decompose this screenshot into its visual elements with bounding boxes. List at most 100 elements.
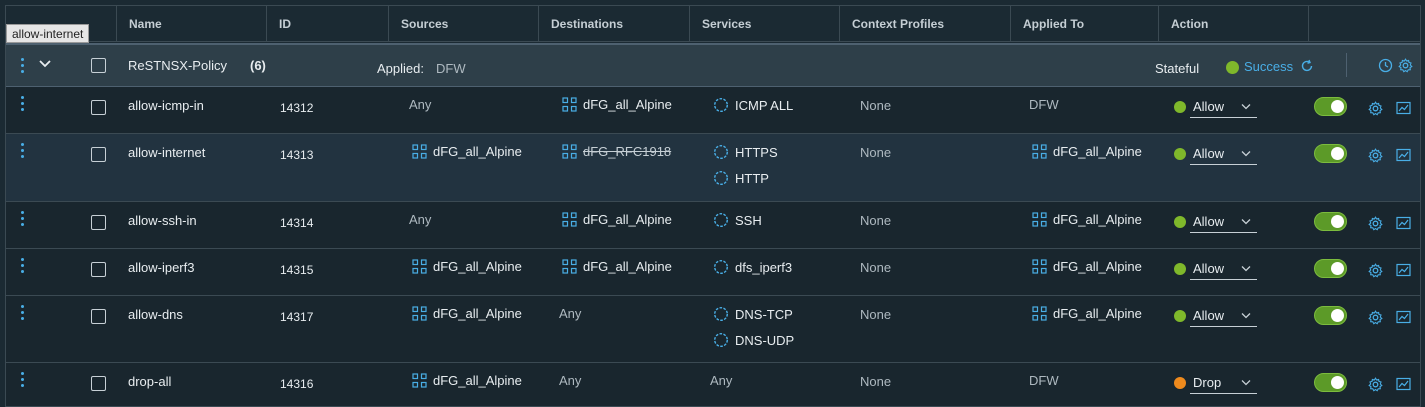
destination-item[interactable]: Any bbox=[559, 373, 581, 388]
table-row[interactable]: allow-iperf3 14315 dFG_all_Alpine dFG_all_A… bbox=[6, 249, 1420, 296]
destination-item[interactable]: Any bbox=[559, 306, 581, 321]
applied-to-item[interactable]: dFG_all_Alpine bbox=[1032, 306, 1142, 321]
column-header-sources[interactable]: Sources bbox=[388, 6, 538, 42]
refresh-icon[interactable] bbox=[1300, 59, 1314, 73]
table-row[interactable]: allow-internet 14313 dFG_all_Alpine dFG_RFC… bbox=[6, 134, 1420, 202]
stats-icon[interactable] bbox=[1396, 377, 1411, 394]
column-header-extra bbox=[1308, 6, 1420, 42]
column-header-applied-to[interactable]: Applied To bbox=[1010, 6, 1158, 42]
action-select[interactable]: Allow bbox=[1190, 210, 1257, 233]
action-select[interactable]: Allow bbox=[1190, 304, 1257, 327]
rule-name[interactable]: allow-icmp-in bbox=[128, 98, 204, 113]
service-item[interactable]: DNS-TCP bbox=[713, 306, 793, 322]
gear-icon[interactable] bbox=[1368, 148, 1383, 166]
destination-item-label: dFG_RFC1918 bbox=[583, 144, 672, 159]
chevron-down-icon[interactable] bbox=[39, 59, 51, 69]
row-menu-icon[interactable] bbox=[17, 258, 27, 273]
gear-icon[interactable] bbox=[1398, 58, 1413, 73]
source-item[interactable]: dFG_all_Alpine bbox=[412, 306, 522, 321]
rule-name[interactable]: allow-dns bbox=[128, 307, 183, 322]
action-dropdown[interactable]: Allow bbox=[1174, 257, 1257, 280]
rule-enabled-toggle[interactable] bbox=[1314, 373, 1347, 392]
column-header-name[interactable]: Name bbox=[116, 6, 266, 42]
table-row[interactable]: allow-ssh-in 14314 Any dFG_all_Alpine SSH Non… bbox=[6, 202, 1420, 249]
stats-icon[interactable] bbox=[1396, 101, 1411, 118]
column-header-action[interactable]: Action bbox=[1158, 6, 1308, 42]
rule-name[interactable]: allow-iperf3 bbox=[128, 260, 194, 275]
gear-icon[interactable] bbox=[1368, 377, 1383, 395]
rule-name[interactable]: drop-all bbox=[128, 374, 171, 389]
row-menu-icon[interactable] bbox=[17, 372, 27, 387]
column-header-destinations[interactable]: Destinations bbox=[538, 6, 689, 42]
stats-icon[interactable] bbox=[1396, 310, 1411, 327]
applied-to-item[interactable]: DFW bbox=[1029, 373, 1059, 388]
service-item[interactable]: HTTP bbox=[713, 170, 769, 186]
rule-name[interactable]: allow-internet bbox=[128, 145, 205, 160]
column-header-services[interactable]: Services bbox=[689, 6, 839, 42]
history-icon[interactable] bbox=[1378, 58, 1393, 73]
row-checkbox[interactable] bbox=[91, 376, 106, 391]
row-menu-icon[interactable] bbox=[17, 305, 27, 320]
service-item[interactable]: HTTPS bbox=[713, 144, 778, 160]
row-menu-icon[interactable] bbox=[17, 96, 27, 111]
stats-icon[interactable] bbox=[1396, 216, 1411, 233]
service-icon bbox=[713, 212, 729, 228]
row-checkbox[interactable] bbox=[91, 215, 106, 230]
action-select[interactable]: Allow bbox=[1190, 142, 1257, 165]
stats-icon[interactable] bbox=[1396, 148, 1411, 165]
table-row[interactable]: allow-dns 14317 dFG_all_Alpine Any DNS-TCP DN… bbox=[6, 296, 1420, 363]
source-item[interactable]: Any bbox=[409, 97, 431, 112]
stats-icon[interactable] bbox=[1396, 263, 1411, 280]
row-checkbox[interactable] bbox=[91, 147, 106, 162]
row-checkbox[interactable] bbox=[91, 262, 106, 277]
row-checkbox[interactable] bbox=[91, 309, 106, 324]
column-header-context-profiles[interactable]: Context Profiles bbox=[839, 6, 1010, 42]
applied-to-item[interactable]: dFG_all_Alpine bbox=[1032, 212, 1142, 227]
action-select[interactable]: Allow bbox=[1190, 95, 1257, 118]
service-icon bbox=[713, 144, 729, 160]
action-dropdown[interactable]: Allow bbox=[1174, 210, 1257, 233]
rule-enabled-toggle[interactable] bbox=[1314, 97, 1347, 116]
applied-to-item[interactable]: DFW bbox=[1029, 97, 1059, 112]
rule-enabled-toggle[interactable] bbox=[1314, 259, 1347, 278]
row-menu-icon[interactable] bbox=[17, 211, 27, 226]
destination-item[interactable]: dFG_all_Alpine bbox=[562, 212, 672, 227]
rule-enabled-toggle[interactable] bbox=[1314, 306, 1347, 325]
policy-name[interactable]: ReSTNSX-Policy bbox=[128, 58, 227, 73]
service-item[interactable]: dfs_iperf3 bbox=[713, 259, 792, 275]
policy-section-row[interactable]: ReSTNSX-Policy (6) Applied: DFW Stateful… bbox=[6, 43, 1420, 87]
column-header-id[interactable]: ID bbox=[266, 6, 388, 42]
rule-enabled-toggle[interactable] bbox=[1314, 212, 1347, 231]
action-dropdown[interactable]: Allow bbox=[1174, 142, 1257, 165]
applied-to-item[interactable]: dFG_all_Alpine bbox=[1032, 144, 1142, 159]
row-menu-icon[interactable] bbox=[17, 143, 27, 158]
destination-item[interactable]: dFG_RFC1918 bbox=[562, 144, 671, 159]
gear-icon[interactable] bbox=[1368, 310, 1383, 328]
service-item[interactable]: Any bbox=[710, 373, 732, 388]
action-dropdown[interactable]: Allow bbox=[1174, 304, 1257, 327]
rule-name[interactable]: allow-ssh-in bbox=[128, 213, 197, 228]
source-item[interactable]: dFG_all_Alpine bbox=[412, 373, 522, 388]
action-select[interactable]: Drop bbox=[1190, 371, 1257, 394]
source-item[interactable]: dFG_all_Alpine bbox=[412, 144, 522, 159]
applied-to-item[interactable]: dFG_all_Alpine bbox=[1032, 259, 1142, 274]
gear-icon[interactable] bbox=[1368, 101, 1383, 119]
service-item[interactable]: ICMP ALL bbox=[713, 97, 793, 113]
rule-enabled-toggle[interactable] bbox=[1314, 144, 1347, 163]
service-item[interactable]: SSH bbox=[713, 212, 762, 228]
destination-item[interactable]: dFG_all_Alpine bbox=[562, 259, 672, 274]
gear-icon[interactable] bbox=[1368, 216, 1383, 234]
table-row[interactable]: allow-icmp-in 14312 Any dFG_all_Alpine ICMP … bbox=[6, 87, 1420, 134]
gear-icon[interactable] bbox=[1368, 263, 1383, 281]
source-item[interactable]: dFG_all_Alpine bbox=[412, 259, 522, 274]
row-checkbox[interactable] bbox=[91, 100, 106, 115]
action-select[interactable]: Allow bbox=[1190, 257, 1257, 280]
service-item[interactable]: DNS-UDP bbox=[713, 332, 794, 348]
table-row[interactable]: drop-all 14316 dFG_all_Alpine Any Any None DFW… bbox=[6, 363, 1420, 407]
action-dropdown[interactable]: Allow bbox=[1174, 95, 1257, 118]
source-item[interactable]: Any bbox=[409, 212, 431, 227]
policy-checkbox[interactable] bbox=[91, 58, 106, 73]
action-dropdown[interactable]: Drop bbox=[1174, 371, 1257, 394]
destination-item[interactable]: dFG_all_Alpine bbox=[562, 97, 672, 112]
policy-menu-icon[interactable] bbox=[17, 58, 27, 73]
